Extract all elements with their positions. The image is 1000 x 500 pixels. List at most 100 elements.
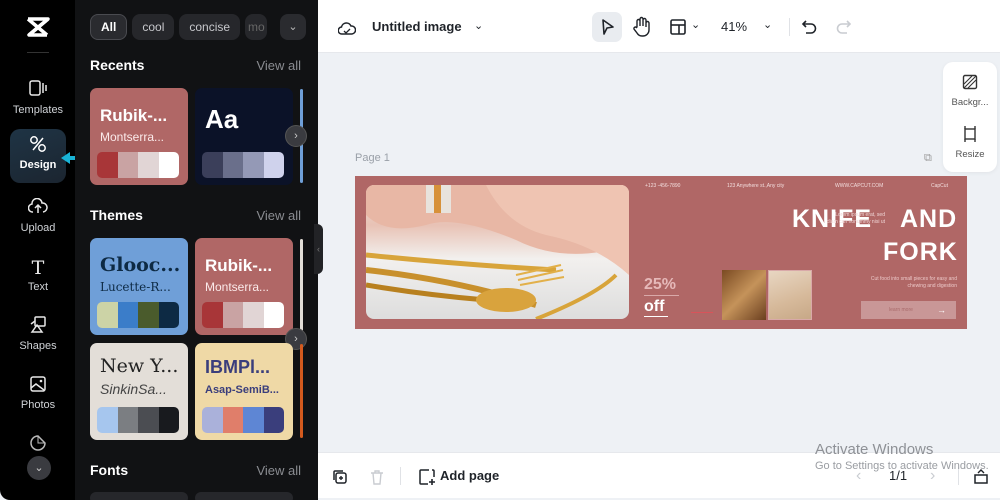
card-title: Glooc...	[100, 254, 181, 276]
rail-item-upload[interactable]: Upload	[10, 192, 66, 246]
tool-label: Backgr...	[951, 97, 989, 108]
add-page-button[interactable]: Add page	[418, 453, 499, 499]
chip-cool[interactable]: cool	[132, 14, 175, 40]
recents-next-button[interactable]: ›	[285, 125, 307, 147]
arrow-right-icon: →	[937, 305, 946, 315]
top-toolbar: Untitled image ⌄	[318, 0, 1000, 53]
brand-text: CapCut	[931, 183, 948, 189]
website-text: WWW.CAPCUT.COM	[835, 183, 884, 189]
hand-tool-icon[interactable]	[632, 16, 652, 43]
body-copy: Cut food into small pieces for easy and …	[870, 276, 957, 289]
phone-text: +123 -456-7890	[645, 183, 681, 189]
theme-card-glooc[interactable]: Glooc... Lucette-R...	[90, 238, 188, 335]
color-swatches	[97, 407, 179, 433]
rail-item-stickers[interactable]	[10, 428, 66, 458]
divider	[789, 18, 790, 36]
stickers-icon	[10, 434, 66, 456]
chip-all[interactable]: All	[90, 14, 128, 40]
headline-fork: FORK	[883, 238, 958, 266]
card-subtitle: Asap-SemiB...	[205, 384, 279, 396]
left-rail: Templates Design Upload T Text Shapes Ph…	[0, 0, 75, 500]
delete-page-button[interactable]	[370, 453, 384, 499]
capcut-logo-icon[interactable]	[24, 16, 52, 40]
resize-icon	[943, 126, 997, 146]
themes-view-all-link[interactable]: View all	[256, 208, 301, 223]
add-page-label: Add page	[440, 468, 500, 483]
collapse-panel-button[interactable]: ‹	[314, 224, 323, 274]
color-swatches	[97, 152, 179, 178]
layout-icon[interactable]	[669, 18, 687, 41]
card-subtitle: SinkinSa...	[100, 381, 167, 397]
theme-card-rubik[interactable]: Rubik-... Montserra...	[195, 238, 293, 335]
text-icon: T	[31, 257, 45, 279]
thumb-napkin[interactable]	[768, 270, 812, 320]
card-subtitle: Montserra...	[100, 130, 165, 144]
color-swatches	[202, 407, 284, 433]
rail-item-design[interactable]: Design	[10, 129, 66, 183]
address-text: 123 Anywhere st.,Any city	[727, 183, 785, 189]
background-icon	[943, 74, 997, 94]
photos-icon	[10, 375, 66, 397]
arrow-line-icon	[691, 312, 713, 313]
thumb-cutlery-drawer[interactable]	[722, 270, 766, 320]
overlap-copy: Lorem ipsum erat, sed diam can nonummy n…	[826, 212, 885, 225]
card-subtitle: Lucette-R...	[100, 280, 171, 294]
rail-item-photos[interactable]: Photos	[10, 369, 66, 423]
zoom-chevron-icon[interactable]: ⌄	[763, 18, 772, 31]
activate-windows-subtitle: Go to Settings to activate Windows.	[815, 460, 989, 472]
background-tool-button[interactable]: Backgr...	[943, 74, 997, 108]
rail-more-button[interactable]: ⌄	[27, 456, 51, 480]
divider	[400, 467, 401, 485]
divider	[644, 316, 668, 317]
card-title: Aa	[205, 104, 239, 134]
cutlery-photo[interactable]	[366, 185, 629, 319]
recents-title: Recents	[90, 57, 145, 73]
discount-percent: 25%	[644, 276, 677, 293]
recent-card-rubik[interactable]: Rubik-... Montserra...	[90, 88, 188, 185]
theme-card-ibmplex[interactable]: IBMPl... Asap-SemiB...	[195, 343, 293, 440]
card-title: Rubik-...	[100, 106, 168, 125]
duplicate-page-icon[interactable]: ⧉	[924, 152, 932, 165]
chevron-down-icon: ⌄	[34, 462, 44, 474]
card-title: Rubik-...	[205, 256, 273, 275]
duplicate-page-button[interactable]	[332, 453, 348, 499]
chips-expand-button[interactable]: ⌄	[280, 14, 306, 40]
discount-off: off	[644, 298, 665, 315]
font-card[interactable]	[90, 492, 188, 500]
redo-icon[interactable]	[834, 18, 852, 41]
cloud-icon[interactable]	[337, 0, 357, 53]
rail-item-label: Text	[27, 281, 49, 293]
filter-chips: All cool concise mo	[90, 14, 268, 40]
chevron-down-icon: ⌄	[288, 21, 298, 33]
chip-concise[interactable]: concise	[179, 14, 241, 40]
tool-label: Resize	[955, 149, 985, 160]
learn-more-button[interactable]: learn more →	[861, 301, 956, 319]
rail-item-text[interactable]: T Text	[10, 251, 66, 305]
resize-tool-button[interactable]: Resize	[943, 126, 997, 160]
activate-windows-title: Activate Windows	[815, 441, 934, 458]
recent-card-aa[interactable]: Aa	[195, 88, 293, 185]
headline-and: AND	[900, 205, 958, 233]
fonts-view-all-link[interactable]: View all	[256, 463, 301, 478]
undo-icon[interactable]	[801, 18, 819, 41]
cta-label: learn more	[889, 307, 913, 313]
themes-title: Themes	[90, 207, 143, 223]
layout-chevron-icon[interactable]: ⌄	[691, 18, 700, 31]
card-peek	[300, 344, 303, 438]
rail-item-templates[interactable]: Templates	[10, 74, 66, 128]
select-tool-button[interactable]	[592, 12, 622, 42]
card-title: IBMPl...	[205, 357, 271, 377]
theme-card-newy[interactable]: New Y... SinkinSa...	[90, 343, 188, 440]
rail-item-shapes[interactable]: Shapes	[10, 310, 66, 364]
divider	[644, 295, 679, 296]
recents-view-all-link[interactable]: View all	[256, 58, 301, 73]
bottom-toolbar: Add page ‹ 1/1 ›	[318, 452, 1000, 498]
chip-more[interactable]: mo	[245, 14, 268, 40]
doc-title[interactable]: Untitled image	[372, 0, 462, 53]
rail-item-label: Upload	[20, 222, 56, 234]
font-card[interactable]	[195, 492, 293, 500]
zoom-level[interactable]: 41%	[721, 19, 747, 34]
templates-icon	[10, 80, 66, 102]
title-dropdown-chevron-icon[interactable]: ⌄	[474, 0, 483, 53]
design-canvas[interactable]: +123 -456-7890 123 Anywhere st.,Any city…	[355, 176, 967, 329]
